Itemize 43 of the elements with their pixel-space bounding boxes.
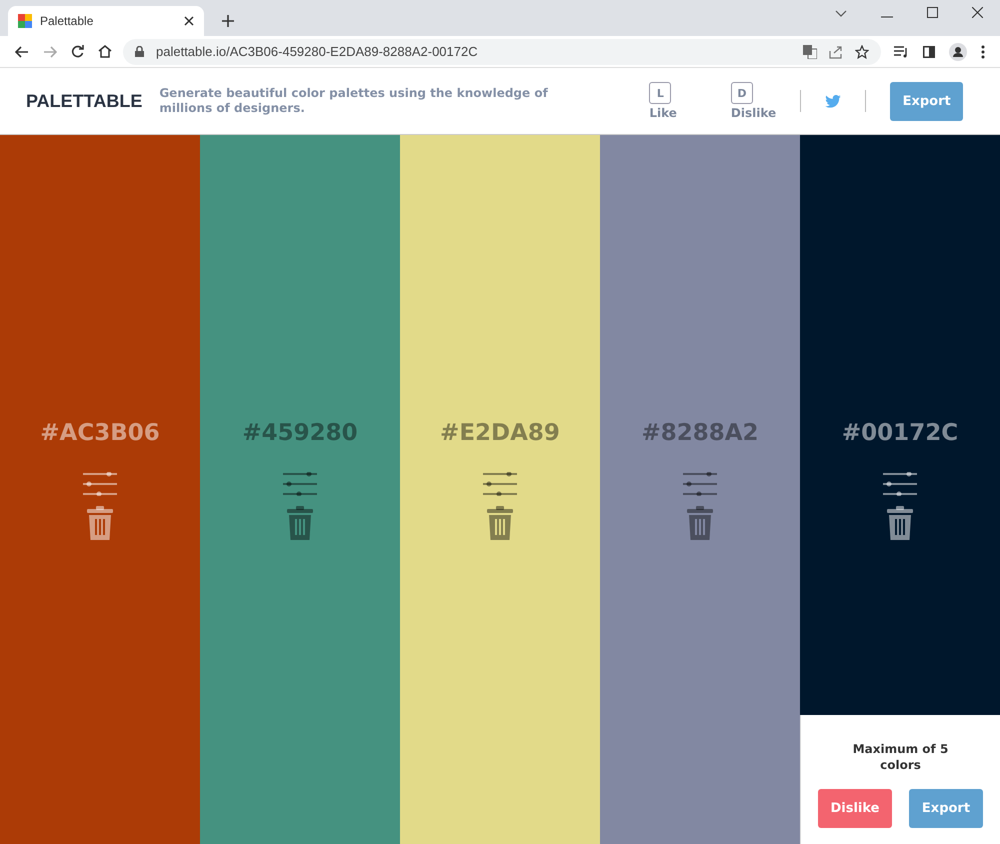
reload-icon[interactable] bbox=[71, 45, 84, 58]
vote-label[interactable]: Dislike bbox=[730, 106, 776, 120]
export-button[interactable]: Export bbox=[890, 82, 964, 120]
sliders-icon[interactable] bbox=[683, 472, 717, 496]
more-menu-icon[interactable] bbox=[981, 44, 985, 58]
trash-icon[interactable] bbox=[87, 506, 113, 540]
home-icon[interactable] bbox=[98, 45, 112, 58]
browser-tab[interactable]: Palettable bbox=[8, 6, 204, 36]
hex-code[interactable]: #00172C bbox=[842, 420, 958, 446]
hex-code[interactable]: #AC3B06 bbox=[40, 420, 160, 446]
url-text: palettable.io/AC3B06-459280-E2DA89-8288A2-00172C bbox=[156, 44, 478, 59]
sliders-icon[interactable] bbox=[483, 472, 517, 496]
translate-icon[interactable] bbox=[803, 44, 817, 58]
sliders-icon[interactable] bbox=[283, 472, 317, 496]
star-icon[interactable] bbox=[855, 44, 869, 58]
hex-code[interactable]: #E2DA89 bbox=[440, 420, 560, 446]
dislike-button[interactable]: Dislike bbox=[818, 789, 892, 828]
shortcut-key[interactable]: D bbox=[730, 82, 753, 104]
side-panel-icon[interactable] bbox=[923, 46, 935, 58]
tab-title: Palettable bbox=[40, 14, 94, 28]
lock-icon bbox=[135, 46, 144, 57]
profile-icon[interactable] bbox=[949, 42, 967, 60]
close-icon[interactable] bbox=[972, 7, 983, 18]
close-tab-icon[interactable] bbox=[184, 16, 194, 26]
back-arrow-icon[interactable] bbox=[15, 46, 29, 58]
share-icon[interactable] bbox=[829, 44, 843, 58]
trash-icon[interactable] bbox=[487, 506, 513, 540]
hex-code[interactable]: #8288A2 bbox=[641, 420, 759, 446]
new-tab-icon[interactable] bbox=[222, 15, 234, 27]
minimize-icon[interactable] bbox=[881, 16, 893, 18]
shortcut-key[interactable]: L bbox=[649, 82, 672, 104]
export-button[interactable]: Export bbox=[909, 789, 983, 828]
address-bar[interactable]: palettable.io/AC3B06-459280-E2DA89-8288A2-00172C bbox=[123, 38, 881, 64]
maximize-icon[interactable] bbox=[927, 7, 938, 18]
palette-icon bbox=[18, 14, 32, 28]
limit-message: Maximum of 5 colors bbox=[852, 741, 950, 773]
vote-label[interactable]: Like bbox=[649, 106, 677, 120]
tagline: Generate beautiful color palettes using the knowledge of millions of designers. bbox=[159, 86, 549, 116]
playlist-icon[interactable] bbox=[894, 46, 909, 58]
logo[interactable]: PALETTABLE bbox=[26, 90, 142, 112]
hex-code[interactable]: #459280 bbox=[242, 420, 358, 446]
trash-icon[interactable] bbox=[887, 506, 913, 540]
chevron-down-icon[interactable] bbox=[835, 10, 847, 18]
